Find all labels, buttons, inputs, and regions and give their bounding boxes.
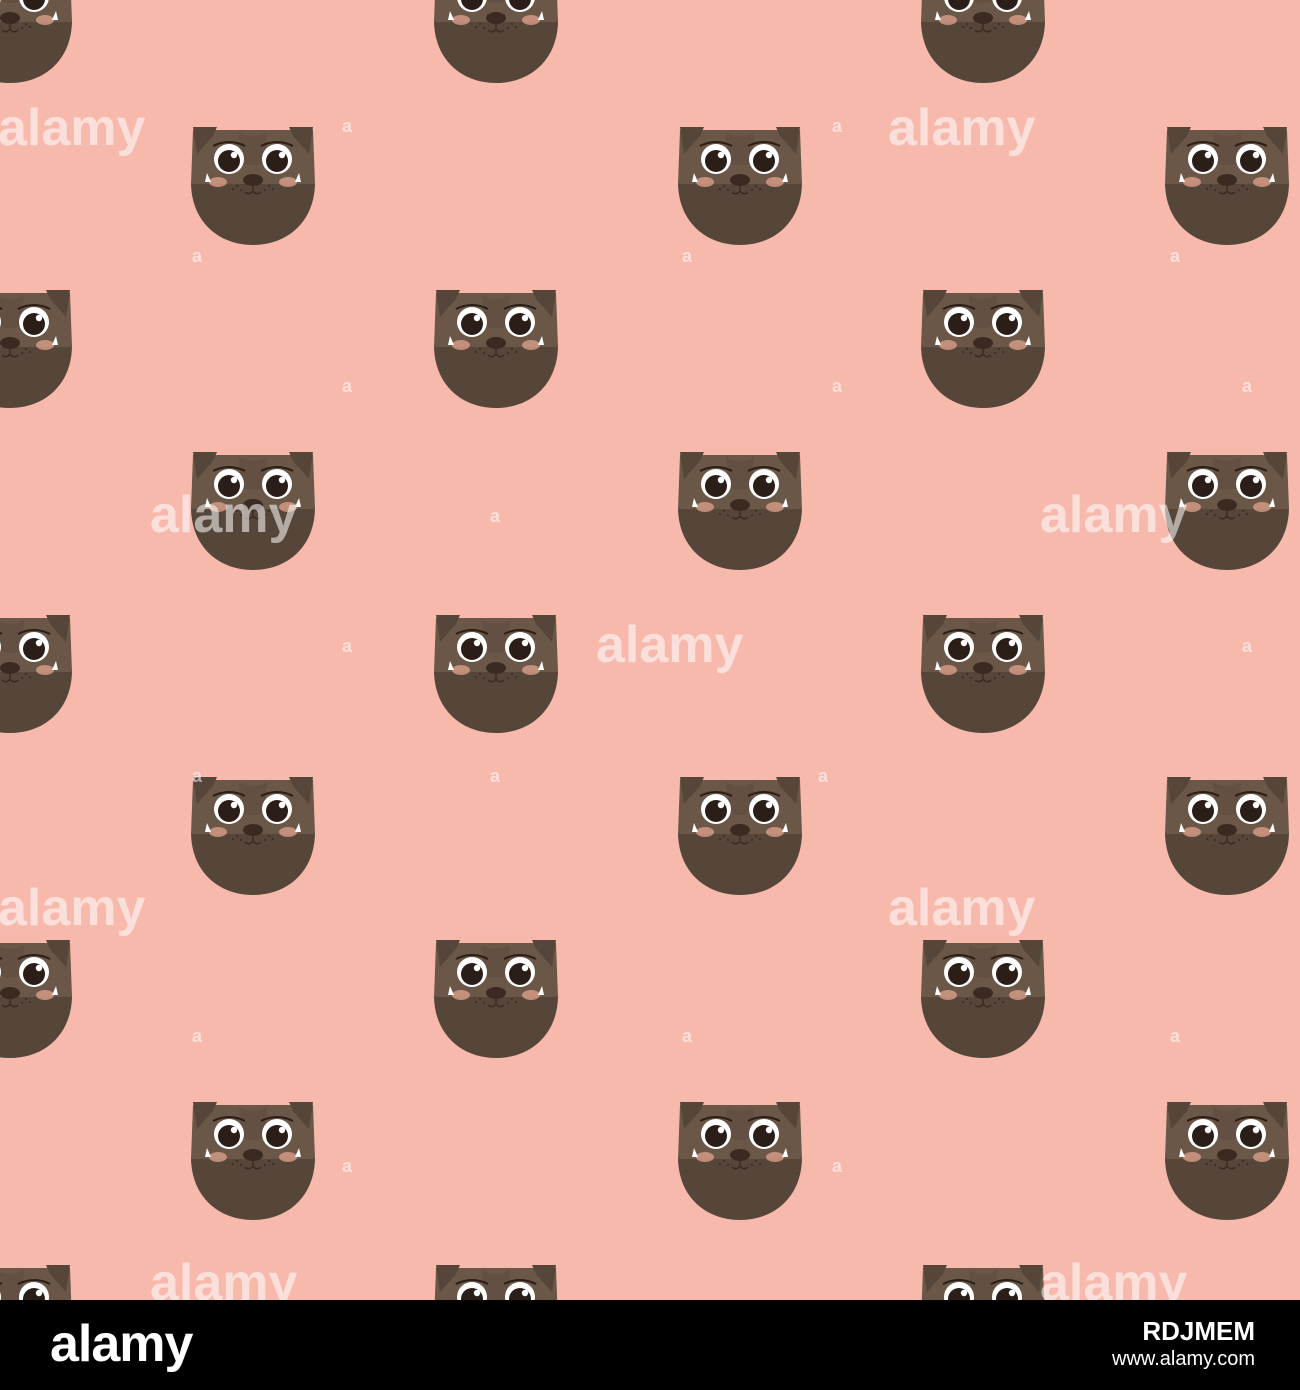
watermark-letter: a bbox=[682, 246, 693, 266]
footer-meta: RDJMEM www.alamy.com bbox=[1112, 1316, 1255, 1372]
watermark-letter: a bbox=[342, 636, 353, 656]
watermark-text: alamy bbox=[150, 486, 298, 544]
watermark-text: alamy bbox=[0, 99, 146, 157]
footer-bar: alamy RDJMEM www.alamy.com bbox=[0, 1300, 1300, 1390]
watermark-letter: a bbox=[192, 246, 203, 266]
pug-face-icon bbox=[678, 777, 802, 895]
watermark-letter: a bbox=[490, 506, 501, 526]
pug-face-icon bbox=[921, 290, 1045, 408]
watermark-text: alamy bbox=[888, 99, 1036, 157]
watermark-letter: a bbox=[832, 116, 843, 136]
pug-face-icon bbox=[434, 1265, 558, 1300]
pug-face-icon bbox=[0, 1265, 72, 1300]
alamy-logo: alamy bbox=[50, 1315, 193, 1373]
pug-face-icon bbox=[921, 615, 1045, 733]
pug-face-icon bbox=[678, 1102, 802, 1220]
watermark-text: alamy bbox=[888, 879, 1036, 937]
watermark-text: alamy bbox=[0, 879, 146, 937]
pug-pattern-image: alamy alamy alamy alamy alamy alamy alamy alamy… bbox=[0, 0, 1300, 1300]
watermark-text: alamy bbox=[1040, 1254, 1188, 1300]
watermark-letter: a bbox=[342, 116, 353, 136]
pug-face-icon bbox=[1165, 1102, 1289, 1220]
watermark-letter: a bbox=[682, 1026, 693, 1046]
watermark-letter: a bbox=[490, 766, 501, 786]
image-id: RDJMEM bbox=[1142, 1316, 1255, 1346]
watermark-letter: a bbox=[1242, 636, 1253, 656]
pug-face-icon bbox=[1165, 777, 1289, 895]
watermark-letter: a bbox=[832, 376, 843, 396]
site-url: www.alamy.com bbox=[1112, 1348, 1255, 1370]
pug-face-icon bbox=[191, 127, 315, 245]
watermark-text: alamy bbox=[596, 616, 744, 674]
pug-face-icon bbox=[434, 940, 558, 1058]
watermark-letter: a bbox=[1170, 1026, 1181, 1046]
pug-face-icon bbox=[921, 940, 1045, 1058]
watermark-letter: a bbox=[192, 766, 203, 786]
pattern-canvas: alamy alamy alamy alamy alamy alamy alamy alamy… bbox=[0, 0, 1300, 1300]
pug-face-icon bbox=[434, 290, 558, 408]
watermark-text: alamy bbox=[1040, 486, 1188, 544]
pug-face-icon bbox=[191, 1102, 315, 1220]
watermark-letter: a bbox=[192, 1026, 203, 1046]
pug-face-icon bbox=[678, 127, 802, 245]
watermark-text: alamy bbox=[150, 1254, 298, 1300]
watermark-letter: a bbox=[342, 1156, 353, 1176]
watermark-letter: a bbox=[1170, 246, 1181, 266]
pug-face-icon bbox=[191, 777, 315, 895]
watermark-letter: a bbox=[342, 376, 353, 396]
pug-face-icon bbox=[1165, 127, 1289, 245]
watermark-letter: a bbox=[818, 766, 829, 786]
watermark-letter: a bbox=[1242, 376, 1253, 396]
pug-face-icon bbox=[434, 615, 558, 733]
watermark-letter: a bbox=[832, 1156, 843, 1176]
pug-face-icon bbox=[678, 452, 802, 570]
pug-face-icon bbox=[921, 1265, 1045, 1300]
